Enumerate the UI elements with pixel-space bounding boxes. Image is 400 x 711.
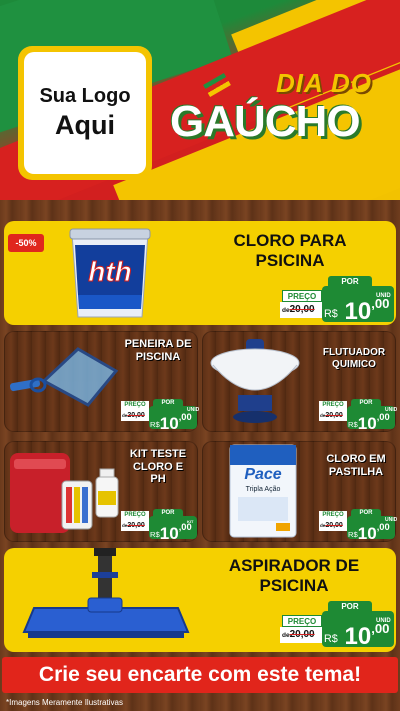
event-title: DIA DO GAÚCHO <box>170 68 392 145</box>
current-price: R$10,00 <box>348 522 390 542</box>
product-card-cloro[interactable]: CLORO PARA PSICINA POR PREÇO de20,00 R$ … <box>4 221 396 325</box>
logo-text-line1: Sua Logo <box>39 85 131 107</box>
unit-label: UNID <box>385 517 398 523</box>
product-name: FLUTUADOR QUIMICO <box>322 347 386 370</box>
price-tag: POR PREÇO de20,00 R$ 10,00 UNID <box>278 601 394 650</box>
price-tag: POR PREÇO de20,00 R$10,00 KIT <box>119 509 197 542</box>
product-card-aspirador[interactable]: ASPIRADOR DE PSICINA POR PREÇO de20,00 R… <box>4 548 396 652</box>
logo-text-line2: Aqui <box>55 110 115 140</box>
unit-label: UNID <box>187 407 200 413</box>
footnote: *Imagens Meramente Ilustrativas <box>6 698 123 707</box>
svg-text:Pace: Pace <box>244 466 281 483</box>
create-flyer-banner[interactable]: Crie seu encarte com este tema! <box>2 657 398 693</box>
product-name: PENEIRA DE PISCINA <box>124 338 192 363</box>
product-card-peneira[interactable]: PENEIRA DE PISCINA POR PREÇO de20,00 R$1… <box>4 331 198 432</box>
product-card-cloro-pastilha[interactable]: CLORO EM PASTILHA Pace Tripla Ação POR P… <box>202 441 396 542</box>
chlorine-tablets-bag-image: Pace Tripla Ação <box>228 443 298 539</box>
product-name: CLORO PARA PSICINA <box>233 231 347 270</box>
current-price: R$10,00 <box>150 522 192 542</box>
svg-text:hth: hth <box>88 256 132 287</box>
product-card-kit-teste[interactable]: KIT TESTE CLORO E PH POR PREÇO de20,00 R… <box>4 441 198 542</box>
title-line1: DIA DO <box>275 68 372 98</box>
header-banner: Sua Logo Aqui DIA DO GAÚCHO <box>0 0 400 200</box>
price-tag: POR PREÇO de20,00 R$ 10,00 UNID <box>278 276 394 325</box>
unit-label: UNID <box>385 407 398 413</box>
price-tag: POR PREÇO de20,00 R$10,00 <box>119 399 197 432</box>
chlorine-bucket-image: hth <box>66 225 154 321</box>
product-name: CLORO EM PASTILHA <box>326 453 386 478</box>
svg-text:Tripla Ação: Tripla Ação <box>246 486 281 493</box>
discount-badge: -50% <box>8 234 44 252</box>
price-tag: POR PREÇO de20,00 R$10,00 <box>317 399 395 432</box>
pool-vacuum-image <box>18 548 198 652</box>
product-card-flutuador[interactable]: FLUTUADOR QUIMICO POR PREÇO de20,00 R$10… <box>202 331 396 432</box>
product-name: ASPIRADOR DE PSICINA <box>228 556 360 595</box>
test-kit-image <box>6 445 124 539</box>
logo-placeholder[interactable]: Sua Logo Aqui <box>18 46 152 180</box>
flyer-page: Sua Logo Aqui DIA DO GAÚCHO CLORO PARA P… <box>0 0 400 711</box>
current-price: R$10,00 <box>348 412 390 432</box>
pool-net-image <box>8 341 120 409</box>
current-price: R$10,00 <box>150 412 192 432</box>
title-line2: GAÚCHO <box>170 97 361 146</box>
product-name: KIT TESTE CLORO E PH <box>129 448 187 486</box>
chemical-floater-image <box>206 335 306 429</box>
price-tag: POR PREÇO de20,00 R$10,00 <box>317 509 395 542</box>
